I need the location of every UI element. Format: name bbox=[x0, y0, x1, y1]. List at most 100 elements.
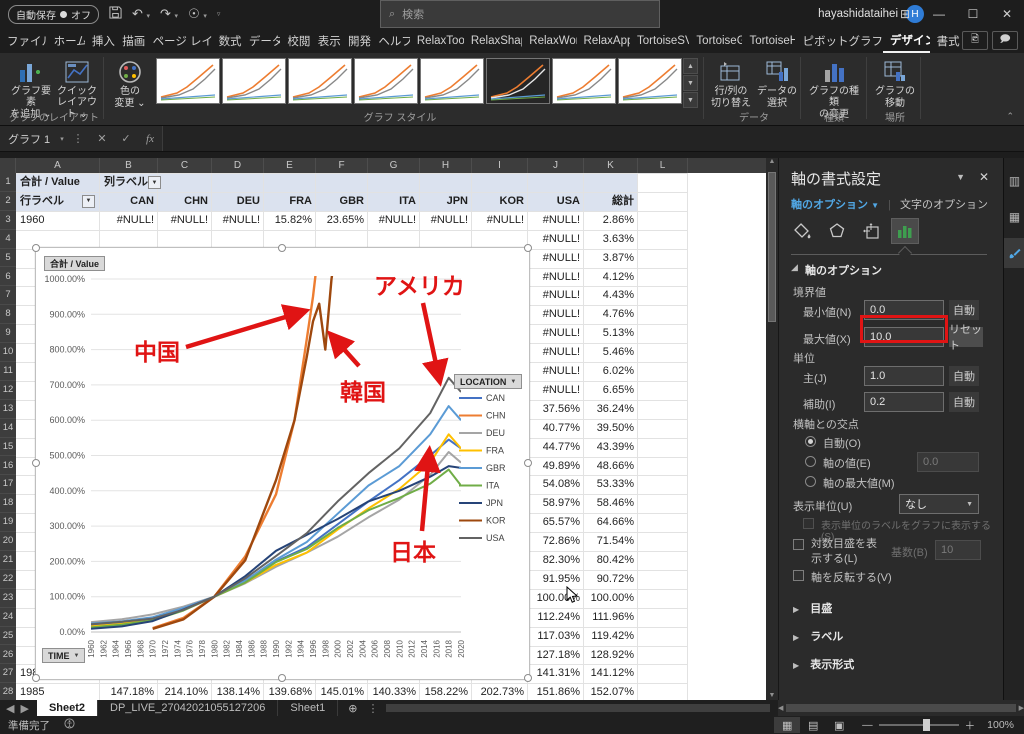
column-filter-icon[interactable]: ▼ bbox=[148, 176, 161, 189]
row-header-15[interactable]: 15 bbox=[0, 438, 16, 457]
sheet-nav-right-icon[interactable]: ▶ bbox=[20, 702, 28, 715]
cell-J11[interactable]: #NULL! bbox=[528, 362, 584, 381]
cell-K8[interactable]: 4.76% bbox=[584, 305, 638, 324]
cell-K24[interactable]: 111.96% bbox=[584, 608, 638, 627]
row-header-20[interactable]: 20 bbox=[0, 532, 16, 551]
size-properties-icon[interactable] bbox=[857, 218, 885, 244]
tab-axis-options[interactable]: 軸のオプション bbox=[791, 199, 868, 211]
scroll-down-icon[interactable]: ▼ bbox=[766, 692, 778, 699]
enter-icon[interactable]: ✓ bbox=[114, 126, 138, 151]
column-header-K[interactable]: K bbox=[584, 158, 638, 173]
cell-E3[interactable]: 15.82% bbox=[264, 211, 316, 230]
row-header-16[interactable]: 16 bbox=[0, 457, 16, 476]
pane-scroll-left-icon[interactable]: ◀ bbox=[778, 704, 783, 712]
cell-J17[interactable]: 54.08% bbox=[528, 475, 584, 494]
cancel-icon[interactable]: ✕ bbox=[90, 126, 114, 151]
cell-K27[interactable]: 141.12% bbox=[584, 664, 638, 683]
column-header-B[interactable]: B bbox=[100, 158, 158, 173]
column-header-D[interactable]: D bbox=[212, 158, 264, 173]
change-colors-button[interactable]: 色の 変更 ⌄ bbox=[108, 56, 152, 120]
cell-A3[interactable]: 1960 bbox=[16, 211, 100, 230]
cell-J12[interactable]: #NULL! bbox=[528, 381, 584, 400]
section-number-format[interactable]: ▶ 表示形式 bbox=[793, 656, 854, 672]
pane-menu-caret-icon[interactable]: ▼ bbox=[956, 172, 965, 182]
log-base-input[interactable]: 10 bbox=[935, 540, 981, 560]
ribbon-tab-16[interactable]: TortoiseGit bbox=[689, 28, 742, 53]
cell-J21[interactable]: 82.30% bbox=[528, 551, 584, 570]
column-header-F[interactable]: F bbox=[316, 158, 368, 173]
cell-B2[interactable]: CAN bbox=[100, 192, 158, 211]
row-header-8[interactable]: 8 bbox=[0, 305, 16, 324]
ribbon-tab-0[interactable]: ファイル bbox=[0, 28, 47, 53]
cell-E2[interactable]: FRA bbox=[264, 192, 316, 211]
cell-J10[interactable]: #NULL! bbox=[528, 343, 584, 362]
row-header-23[interactable]: 23 bbox=[0, 589, 16, 608]
cell-J27[interactable]: 141.31% bbox=[528, 664, 584, 683]
format-brush-icon[interactable] bbox=[1004, 238, 1024, 268]
pane-horizontal-scrollbar[interactable]: ◀ ▶ bbox=[778, 700, 1024, 716]
cell-G2[interactable]: ITA bbox=[368, 192, 420, 211]
cell-J20[interactable]: 72.86% bbox=[528, 532, 584, 551]
ribbon-tab-7[interactable]: 校閲 bbox=[280, 28, 310, 53]
page-break-view-icon[interactable]: ▣ bbox=[826, 717, 852, 733]
min-auto-button[interactable]: 自動 bbox=[949, 300, 979, 320]
cell-K18[interactable]: 58.46% bbox=[584, 494, 638, 513]
row-header-27[interactable]: 27 bbox=[0, 664, 16, 683]
ribbon-tab-19[interactable]: デザイン bbox=[883, 28, 930, 53]
log-scale-checkbox[interactable] bbox=[793, 539, 804, 550]
share-icon[interactable]: 🖻 bbox=[962, 31, 988, 50]
row-header-7[interactable]: 7 bbox=[0, 286, 16, 305]
chart-selection-handle[interactable] bbox=[278, 244, 286, 252]
cell-J13[interactable]: 37.56% bbox=[528, 400, 584, 419]
cell-K20[interactable]: 71.54% bbox=[584, 532, 638, 551]
chart-style-thumbnail-4[interactable] bbox=[354, 58, 418, 104]
row-header-19[interactable]: 19 bbox=[0, 513, 16, 532]
column-header-I[interactable]: I bbox=[472, 158, 528, 173]
chart-style-thumbnail-1[interactable] bbox=[156, 58, 220, 104]
qat-customize-icon[interactable]: ▿ bbox=[217, 10, 221, 18]
name-box[interactable]: グラフ 1 ▾ bbox=[0, 126, 66, 151]
touch-mode-icon[interactable]: ☉ ▾ bbox=[188, 6, 207, 22]
cell-K3[interactable]: 2.86% bbox=[584, 211, 638, 230]
page-layout-view-icon[interactable]: ▤ bbox=[800, 717, 826, 733]
cell-C2[interactable]: CHN bbox=[158, 192, 212, 211]
cell-F2[interactable]: GBR bbox=[316, 192, 368, 211]
chart-style-thumbnail-5[interactable] bbox=[420, 58, 484, 104]
sheet-nav-left-icon[interactable]: ◀ bbox=[6, 702, 14, 715]
row-header-1[interactable]: 1 bbox=[0, 173, 16, 192]
cell-K7[interactable]: 4.43% bbox=[584, 286, 638, 305]
accessibility-icon[interactable] bbox=[64, 718, 75, 732]
chart-selection-handle[interactable] bbox=[524, 674, 532, 682]
normal-view-icon[interactable]: ▦ bbox=[774, 717, 800, 733]
major-auto-button[interactable]: 自動 bbox=[949, 366, 979, 386]
cell-K11[interactable]: 6.02% bbox=[584, 362, 638, 381]
vertical-scroll-thumb[interactable] bbox=[768, 172, 776, 322]
zoom-level[interactable]: 100% bbox=[987, 719, 1014, 731]
axis-options-chart-icon[interactable] bbox=[891, 218, 919, 244]
column-header-C[interactable]: C bbox=[158, 158, 212, 173]
major-unit-input[interactable]: 1.0 bbox=[864, 366, 944, 386]
radio-axis-value[interactable] bbox=[805, 456, 816, 467]
radio-axis-max[interactable] bbox=[805, 476, 816, 487]
ribbon-display-options-icon[interactable]: ⊞ bbox=[888, 0, 922, 28]
row-header-18[interactable]: 18 bbox=[0, 494, 16, 513]
ribbon-tab-2[interactable]: 挿入 bbox=[85, 28, 115, 53]
ribbon-tab-6[interactable]: データ bbox=[242, 28, 281, 53]
cell-J19[interactable]: 65.57% bbox=[528, 513, 584, 532]
chart-selection-handle[interactable] bbox=[524, 459, 532, 467]
column-header-G[interactable]: G bbox=[368, 158, 420, 173]
cell-J24[interactable]: 112.24% bbox=[528, 608, 584, 627]
minimize-button[interactable]: — bbox=[922, 0, 956, 28]
section-labels[interactable]: ▶ ラベル bbox=[793, 628, 843, 644]
cell-K2[interactable]: 総計 bbox=[584, 192, 638, 211]
cell-J18[interactable]: 58.97% bbox=[528, 494, 584, 513]
cell-K5[interactable]: 3.87% bbox=[584, 249, 638, 268]
undo-icon[interactable]: ↶ ▾ bbox=[132, 6, 150, 22]
row-header-2[interactable]: 2 bbox=[0, 192, 16, 211]
row-header-21[interactable]: 21 bbox=[0, 551, 16, 570]
sheet-tab-DP_LIVE_27042021055127206[interactable]: DP_LIVE_27042021055127206 bbox=[98, 700, 278, 716]
select-all-corner[interactable] bbox=[0, 158, 16, 173]
row-header-25[interactable]: 25 bbox=[0, 627, 16, 646]
cell-K15[interactable]: 43.39% bbox=[584, 438, 638, 457]
gallery-scroll-up-icon[interactable]: ▲ bbox=[683, 58, 698, 74]
